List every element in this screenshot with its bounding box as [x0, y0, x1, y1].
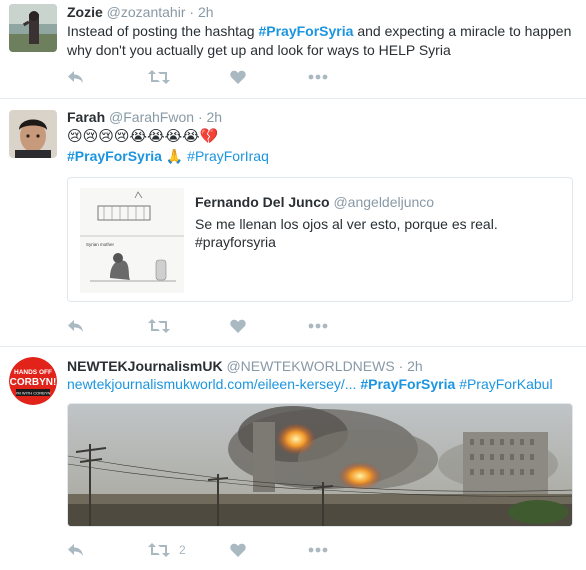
reply-button[interactable]: [67, 540, 85, 560]
tweet-actions: 2: [67, 540, 367, 560]
avatar[interactable]: HANDS OFF CORBYN! I'M WITH CORBYN: [9, 357, 57, 405]
hashtag-link[interactable]: #PrayForSyria: [258, 23, 353, 39]
timestamp[interactable]: 2h: [407, 358, 423, 374]
user-handle[interactable]: @zozantahir: [107, 4, 186, 20]
quoted-user-handle[interactable]: @angeldeljunco: [333, 194, 434, 210]
quoted-tweet-header: Fernando Del Junco @angeldeljunco: [195, 193, 434, 211]
more-button[interactable]: [308, 316, 328, 336]
quoted-tweet[interactable]: Syrian mother Fernando Del Junco @angeld…: [67, 177, 573, 302]
separator: ·: [197, 109, 203, 125]
quoted-display-name[interactable]: Fernando Del Junco: [195, 194, 330, 210]
tweet[interactable]: HANDS OFF CORBYN! I'M WITH CORBYN NEWTEK…: [0, 347, 586, 570]
timeline: Zozie @zozantahir · 2h Instead of postin…: [0, 0, 586, 570]
timestamp[interactable]: 2h: [207, 109, 223, 125]
quoted-hashtag: #prayforsyria: [195, 234, 276, 250]
tweet[interactable]: Zozie @zozantahir · 2h Instead of postin…: [0, 0, 586, 99]
retweet-button[interactable]: [148, 316, 177, 336]
tweet-link[interactable]: newtekjournalismukworld.com/eileen-kerse…: [67, 376, 356, 392]
more-icon: [308, 323, 328, 329]
avatar[interactable]: [9, 4, 57, 52]
retweet-button[interactable]: 2: [148, 540, 186, 560]
hashtag-link[interactable]: #PrayForSyria: [67, 148, 162, 164]
separator: ·: [189, 4, 195, 20]
tweet-header: Zozie @zozantahir · 2h: [67, 3, 214, 21]
retweet-icon: [148, 543, 170, 557]
avatar-text-main: CORBYN!: [10, 377, 57, 388]
quoted-tweet-image[interactable]: Syrian mother: [80, 188, 184, 293]
reply-icon: [68, 544, 83, 556]
tweet-media-image[interactable]: [67, 403, 573, 527]
heart-icon: [230, 70, 246, 84]
separator: ·: [398, 358, 404, 374]
avatar-text-top: HANDS OFF: [14, 369, 52, 376]
quoted-tweet-text: Se me llenan los ojos al ver esto, porqu…: [195, 215, 555, 251]
reply-button[interactable]: [67, 67, 85, 87]
user-handle[interactable]: @NEWTEKWORLDNEWS: [226, 358, 394, 374]
hashtag-link[interactable]: #PrayForIraq: [187, 148, 269, 164]
display-name[interactable]: Zozie: [67, 4, 103, 20]
retweet-icon: [148, 70, 170, 84]
timestamp[interactable]: 2h: [198, 4, 214, 20]
like-button[interactable]: [230, 540, 253, 560]
like-button[interactable]: [230, 67, 253, 87]
tweet-text-part: Instead of posting the hashtag: [67, 23, 259, 39]
hashtag-line: #PrayForSyria 🙏 #PrayForIraq: [67, 147, 572, 166]
heart-icon: [230, 319, 246, 333]
heart-icon: [230, 543, 246, 557]
tweet-header: Farah @FarahFwon · 2h: [67, 108, 222, 126]
quoted-text-line: Se me llenan los ojos al ver esto, porqu…: [195, 216, 498, 232]
display-name[interactable]: NEWTEKJournalismUK: [67, 358, 223, 374]
tweet-actions: [67, 67, 367, 87]
reply-icon: [68, 71, 83, 83]
emoji-line: 😢😢😢😢😭😭😭😭💔: [67, 128, 219, 145]
retweet-count: 2: [179, 543, 186, 557]
more-icon: [308, 74, 328, 80]
reply-button[interactable]: [67, 316, 85, 336]
reply-icon: [68, 320, 83, 332]
hashtag-link[interactable]: #PrayForSyria: [360, 376, 455, 392]
display-name[interactable]: Farah: [67, 109, 105, 125]
quoted-image-caption: Syrian mother: [86, 242, 115, 247]
user-handle[interactable]: @FarahFwon: [109, 109, 194, 125]
avatar[interactable]: [9, 110, 57, 158]
tweet-text: newtekjournalismukworld.com/eileen-kerse…: [67, 375, 572, 394]
more-icon: [308, 547, 328, 553]
like-button[interactable]: [230, 316, 253, 336]
tweet-text: Instead of posting the hashtag #PrayForS…: [67, 22, 572, 60]
more-button[interactable]: [308, 67, 328, 87]
hashtag-link[interactable]: #PrayForKabul: [459, 376, 552, 392]
tweet[interactable]: Farah @FarahFwon · 2h 😢😢😢😢😭😭😭😭💔 #PrayFor…: [0, 99, 586, 347]
retweet-button[interactable]: [148, 67, 177, 87]
retweet-icon: [148, 319, 170, 333]
more-button[interactable]: [308, 540, 328, 560]
tweet-actions: [67, 316, 367, 336]
tweet-text: 😢😢😢😢😭😭😭😭💔 #PrayForSyria 🙏 #PrayForIraq: [67, 127, 572, 166]
pray-emoji: 🙏: [165, 148, 184, 164]
avatar-text-bottom: I'M WITH CORBYN: [16, 391, 51, 396]
tweet-header: NEWTEKJournalismUK @NEWTEKWORLDNEWS · 2h: [67, 357, 423, 375]
